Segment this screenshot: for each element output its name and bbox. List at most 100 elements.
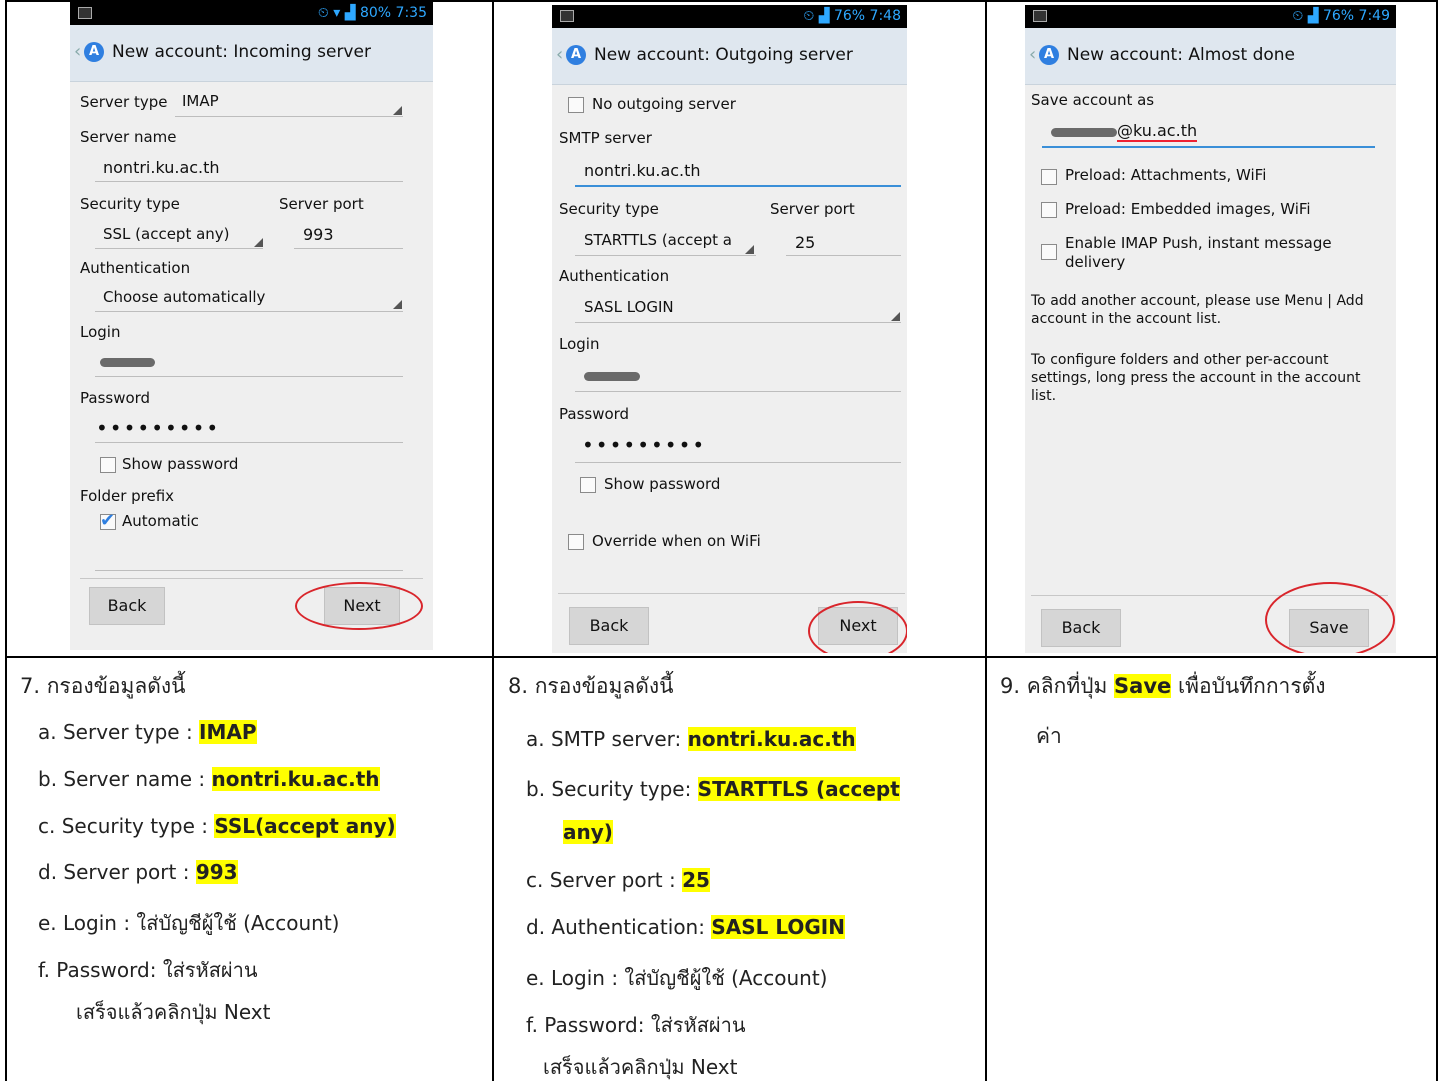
step-8-item-c: c. Server port : 25	[526, 868, 710, 892]
step-7-finish: เสร็จแล้วคลิกปุ่ม Next	[76, 1000, 271, 1024]
info-add-account: To add another account, please use Menu …	[1031, 293, 1364, 327]
status-bar: ⏲ ▟ 76% 7:48	[552, 5, 907, 28]
password-input[interactable]: •••••••••	[582, 433, 706, 457]
password-label: Password	[80, 389, 151, 407]
title-bar: ‹ A New account: Almost done	[1025, 28, 1396, 85]
step-8-item-b-cont: any)	[563, 820, 613, 844]
highlight-circle	[808, 601, 907, 653]
info-configure-folders: To configure folders and other per-accou…	[1031, 352, 1361, 404]
server-name-underline	[95, 181, 403, 182]
preload-images-checkbox[interactable]	[1041, 202, 1057, 218]
back-button[interactable]: Back	[89, 587, 165, 625]
status-indicators: ⏲ ▾ ▟ 80% 7:35	[317, 5, 427, 21]
screen-title: New account: Outgoing server	[594, 45, 853, 65]
authentication-label: Authentication	[559, 267, 670, 285]
app-logo-icon: A	[566, 45, 586, 65]
title-bar: ‹ A New account: Incoming server	[70, 25, 433, 82]
login-underline	[95, 376, 403, 377]
security-type-label: Security type	[559, 200, 659, 218]
status-bar: ⏲ ▟ 76% 7:49	[1025, 5, 1396, 28]
security-type-underline	[575, 255, 756, 256]
image-notification-icon	[560, 10, 574, 22]
screen-title: New account: Almost done	[1067, 45, 1296, 65]
back-button[interactable]: Back	[1041, 609, 1121, 647]
no-outgoing-server-label: No outgoing server	[592, 95, 736, 113]
step-8-item-e: e. Login : ใส่บัญชีผู้ใช้ (Account)	[526, 966, 828, 990]
login-redacted-value[interactable]	[584, 372, 640, 381]
step-7-item-c: c. Security type : SSL(accept any)	[38, 814, 396, 838]
smtp-server-input[interactable]: nontri.ku.ac.th	[584, 161, 701, 180]
security-type-select[interactable]: SSL (accept any)	[103, 225, 230, 243]
override-wifi-label: Override when on WiFi	[592, 532, 761, 550]
automatic-label: Automatic	[122, 512, 199, 530]
preload-attachments-label: Preload: Attachments, WiFi	[1065, 166, 1267, 184]
step-7-item-d: d. Server port : 993	[38, 860, 238, 884]
show-password-label: Show password	[604, 475, 721, 493]
phone-screenshot-almost-done: ⏲ ▟ 76% 7:49 ‹ A New account: Almost don…	[1025, 5, 1396, 653]
account-name-underline	[1042, 146, 1375, 148]
table-divider-1	[492, 0, 494, 1081]
account-suffix-input[interactable]: @ku.ac.th	[1117, 121, 1198, 142]
step-8-item-f: f. Password: ใส่รหัสผ่าน	[526, 1013, 746, 1037]
server-port-label: Server port	[279, 195, 364, 213]
automatic-checkbox[interactable]	[100, 510, 116, 531]
server-type-underline	[175, 116, 403, 117]
account-name-redacted[interactable]	[1051, 128, 1117, 137]
image-notification-icon	[78, 7, 92, 19]
show-password-checkbox[interactable]	[100, 457, 116, 473]
status-indicators: ⏲ ▟ 76% 7:49	[1292, 8, 1390, 24]
login-label: Login	[559, 335, 600, 353]
preload-images-label: Preload: Embedded images, WiFi	[1065, 200, 1311, 218]
server-port-input[interactable]: 25	[795, 233, 815, 252]
back-chevron-icon[interactable]: ‹	[1029, 44, 1036, 65]
step-7-title: 7. กรองข้อมูลดังนี้	[20, 674, 186, 698]
highlight-circle	[1265, 582, 1395, 653]
show-password-label: Show password	[122, 455, 239, 473]
step-9-instructions: 9. คลิกที่ปุ่ม Save เพื่อบันทึกการตั้ง ค…	[1000, 670, 1432, 748]
dropdown-arrow-icon	[393, 300, 402, 309]
step-8-title: 8. กรองข้อมูลดังนี้	[508, 674, 674, 698]
override-wifi-checkbox[interactable]	[568, 534, 584, 550]
authentication-underline	[95, 311, 403, 312]
authentication-select[interactable]: SASL LOGIN	[584, 298, 674, 316]
password-input[interactable]: •••••••••	[96, 416, 220, 440]
security-type-select[interactable]: STARTTLS (accept a	[584, 231, 732, 249]
step-9-line-2: ค่า	[1036, 724, 1062, 748]
step-7-item-a: a. Server type : IMAP	[38, 720, 257, 744]
folder-prefix-underline	[95, 570, 403, 571]
step-7-item-e: e. Login : ใส่บัญชีผู้ใช้ (Account)	[38, 911, 340, 935]
smtp-server-label: SMTP server	[559, 129, 652, 147]
login-underline	[575, 391, 901, 392]
enable-push-checkbox[interactable]	[1041, 244, 1057, 260]
server-port-label: Server port	[770, 200, 855, 218]
server-port-input[interactable]: 993	[303, 225, 334, 244]
server-port-underline	[786, 255, 901, 256]
authentication-select[interactable]: Choose automatically	[103, 288, 265, 306]
status-indicators: ⏲ ▟ 76% 7:48	[803, 8, 901, 24]
app-logo-icon: A	[1039, 45, 1059, 65]
security-type-label: Security type	[80, 195, 180, 213]
password-underline	[575, 462, 901, 463]
back-chevron-icon[interactable]: ‹	[74, 41, 81, 62]
no-outgoing-server-checkbox[interactable]	[568, 97, 584, 113]
security-type-underline	[95, 248, 263, 249]
show-password-checkbox[interactable]	[580, 477, 596, 493]
highlight-circle	[295, 582, 423, 630]
back-chevron-icon[interactable]: ‹	[556, 44, 563, 65]
screen-title: New account: Incoming server	[112, 42, 371, 62]
server-type-select[interactable]: IMAP	[182, 92, 219, 110]
step-7-item-b: b. Server name : nontri.ku.ac.th	[38, 767, 380, 791]
dropdown-arrow-icon	[393, 106, 402, 115]
table-divider-2	[985, 0, 987, 1081]
authentication-underline	[575, 322, 901, 323]
back-button[interactable]: Back	[569, 607, 649, 645]
login-redacted-value[interactable]	[100, 358, 155, 367]
preload-attachments-checkbox[interactable]	[1041, 169, 1057, 185]
button-bar-divider	[80, 578, 423, 579]
server-port-underline	[294, 248, 403, 249]
table-row-divider	[5, 656, 1438, 658]
table-border-left	[5, 0, 7, 1081]
server-name-input[interactable]: nontri.ku.ac.th	[103, 158, 220, 177]
password-underline	[95, 442, 403, 443]
button-bar-divider	[558, 593, 905, 594]
